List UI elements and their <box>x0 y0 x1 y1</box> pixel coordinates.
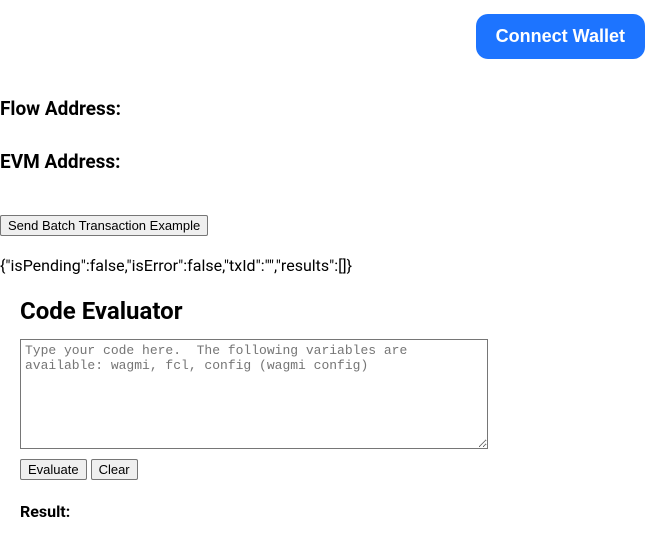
result-label: Result: <box>20 502 639 521</box>
send-batch-transaction-button[interactable]: Send Batch Transaction Example <box>0 215 208 236</box>
evaluate-button[interactable]: Evaluate <box>20 459 87 480</box>
code-evaluator-heading: Code Evaluator <box>20 297 639 325</box>
flow-address-label: Flow Address: <box>0 97 659 120</box>
batch-status-json: {"isPending":false,"isError":false,"txId… <box>0 256 659 275</box>
evm-address-label: EVM Address: <box>0 150 659 173</box>
code-input[interactable] <box>20 339 488 449</box>
clear-button[interactable]: Clear <box>91 459 138 480</box>
connect-wallet-button[interactable]: Connect Wallet <box>476 14 645 59</box>
